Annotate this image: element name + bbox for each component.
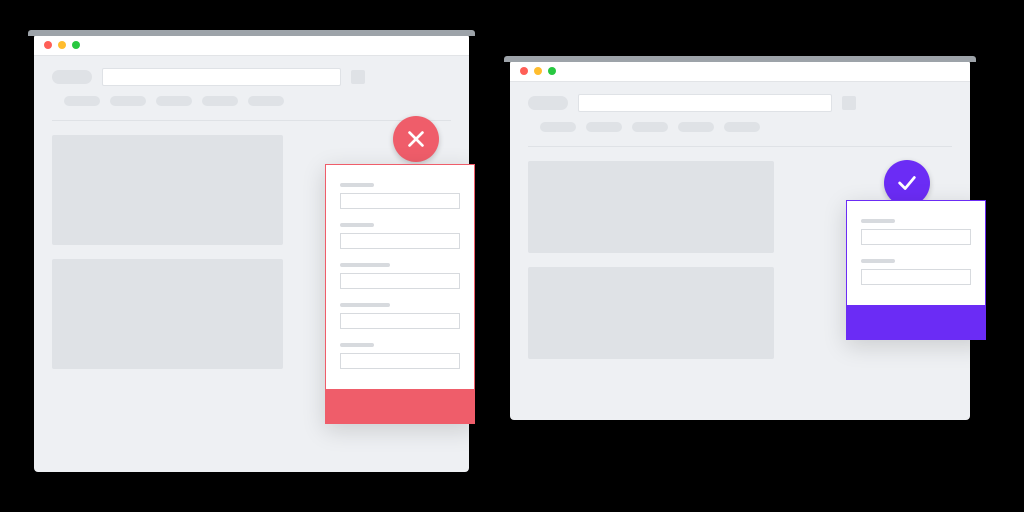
field-label <box>861 259 895 263</box>
text-input[interactable] <box>340 353 460 369</box>
submit-button[interactable] <box>847 305 985 339</box>
logo-placeholder <box>528 96 568 110</box>
app-bar <box>510 82 970 122</box>
field-label <box>340 343 374 347</box>
nav-tab[interactable] <box>632 122 668 132</box>
zoom-dot[interactable] <box>72 41 80 49</box>
field-label <box>340 223 374 227</box>
nav-tab[interactable] <box>248 96 284 106</box>
signup-form-short <box>846 200 986 340</box>
search-input[interactable] <box>578 94 832 112</box>
appbar-action-icon[interactable] <box>842 96 856 110</box>
content-card <box>528 267 774 359</box>
example-window-do <box>510 60 970 420</box>
field-label <box>340 303 390 307</box>
text-input[interactable] <box>340 313 460 329</box>
search-input[interactable] <box>102 68 341 86</box>
text-input[interactable] <box>340 273 460 289</box>
nav-tab[interactable] <box>586 122 622 132</box>
submit-button[interactable] <box>326 389 474 423</box>
zoom-dot[interactable] <box>548 67 556 75</box>
window-title-bar <box>34 34 469 56</box>
example-window-dont <box>34 34 469 472</box>
window-controls <box>510 60 970 82</box>
text-input[interactable] <box>340 193 460 209</box>
content-card <box>52 135 283 245</box>
nav-tab[interactable] <box>110 96 146 106</box>
window-title-bar <box>510 60 970 82</box>
signup-form-long <box>325 164 475 424</box>
divider <box>528 146 952 147</box>
nav-tab[interactable] <box>202 96 238 106</box>
text-input[interactable] <box>861 229 971 245</box>
close-dot[interactable] <box>520 67 528 75</box>
field-label <box>340 183 374 187</box>
close-dot[interactable] <box>44 41 52 49</box>
nav-tab[interactable] <box>678 122 714 132</box>
appbar-action-icon[interactable] <box>351 70 365 84</box>
nav-tabs <box>510 122 970 138</box>
field-label <box>340 263 390 267</box>
nav-tabs <box>34 96 469 112</box>
cross-icon <box>393 116 439 162</box>
nav-tab[interactable] <box>724 122 760 132</box>
nav-tab[interactable] <box>540 122 576 132</box>
app-bar <box>34 56 469 96</box>
field-label <box>861 219 895 223</box>
nav-tab[interactable] <box>64 96 100 106</box>
nav-tab[interactable] <box>156 96 192 106</box>
content-card <box>528 161 774 253</box>
minimize-dot[interactable] <box>534 67 542 75</box>
text-input[interactable] <box>861 269 971 285</box>
minimize-dot[interactable] <box>58 41 66 49</box>
divider <box>52 120 451 121</box>
text-input[interactable] <box>340 233 460 249</box>
window-controls <box>34 34 469 56</box>
content-card <box>52 259 283 369</box>
logo-placeholder <box>52 70 92 84</box>
